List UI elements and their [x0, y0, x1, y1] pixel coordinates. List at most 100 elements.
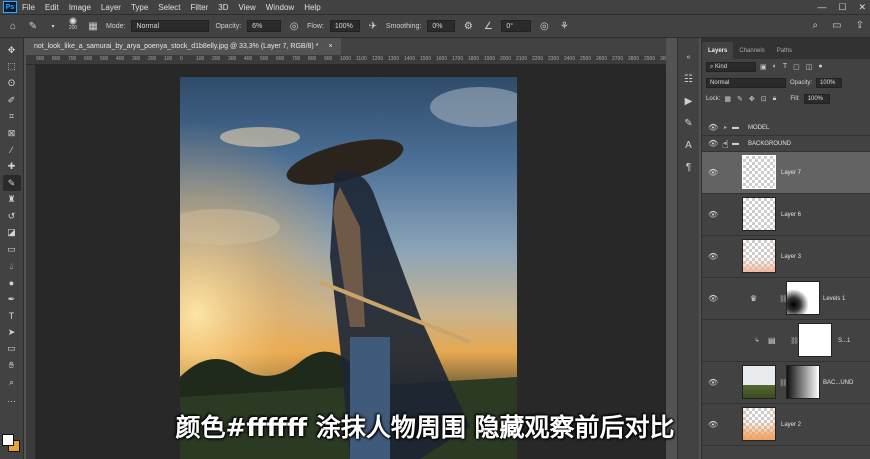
- lock-image-icon[interactable]: ✎: [737, 95, 743, 103]
- lock-all-icon[interactable]: 🔒︎: [773, 95, 777, 103]
- visibility-eye-icon[interactable]: 👁︎: [708, 139, 718, 148]
- minimize-icon[interactable]: —: [817, 2, 826, 12]
- rectangle-tool-icon[interactable]: ▭: [3, 341, 21, 358]
- eyedropper-tool-icon[interactable]: ⁄: [3, 142, 21, 159]
- layer-group-model[interactable]: 👁︎ ▸ ▬ MODEL: [702, 120, 870, 136]
- actions-panel-icon[interactable]: ▶: [681, 94, 697, 108]
- pressure-opacity-icon[interactable]: ◎: [287, 19, 301, 33]
- chevron-right-icon[interactable]: ▸: [724, 124, 727, 131]
- zoom-tool-icon[interactable]: ⌕: [3, 374, 21, 391]
- blur-tool-icon[interactable]: 💧︎: [3, 258, 21, 275]
- layer-mask-thumbnail[interactable]: [786, 281, 820, 315]
- brush-settings-icon[interactable]: ▦: [86, 19, 100, 33]
- menu-layer[interactable]: Layer: [96, 3, 126, 12]
- layer-row-background-image[interactable]: 👁︎ ⛓ BAC...UND: [702, 362, 870, 404]
- filter-shape-icon[interactable]: ▢: [793, 63, 800, 71]
- visibility-eye-icon[interactable]: 👁︎: [708, 168, 718, 177]
- layer-row-smart-1[interactable]: ↳ ▤ ⛓ S...1: [702, 320, 870, 362]
- move-tool-icon[interactable]: ✥: [3, 42, 21, 59]
- gradient-tool-icon[interactable]: ▭: [3, 241, 21, 258]
- share-icon[interactable]: ⇪: [856, 20, 864, 31]
- filter-smart-icon[interactable]: ◫: [806, 63, 813, 71]
- visibility-eye-icon[interactable]: 👁︎: [708, 420, 718, 429]
- menu-filter[interactable]: Filter: [186, 3, 214, 12]
- menu-edit[interactable]: Edit: [40, 3, 64, 12]
- filter-pixel-icon[interactable]: ▣: [760, 63, 767, 71]
- visibility-eye-icon[interactable]: 👁︎: [708, 378, 718, 387]
- layer-opacity-field[interactable]: 100%: [816, 78, 843, 88]
- fill-field[interactable]: 100%: [803, 94, 830, 104]
- lock-artboard-icon[interactable]: ⊡: [761, 95, 767, 103]
- document-tab[interactable]: not_look_like_a_samurai_by_arya_poenya_s…: [26, 38, 341, 55]
- type-tool-icon[interactable]: T: [3, 308, 21, 325]
- clone-stamp-tool-icon[interactable]: ♜: [3, 191, 21, 208]
- hand-tool-icon[interactable]: ✋︎: [3, 357, 21, 374]
- tab-layers[interactable]: Layers: [702, 42, 734, 59]
- home-icon[interactable]: ⌂: [6, 19, 20, 33]
- brush-tool-icon[interactable]: ✎: [26, 19, 40, 33]
- paragraph-panel-icon[interactable]: ¶: [681, 160, 697, 174]
- history-panel-icon[interactable]: ☷: [681, 72, 697, 86]
- healing-brush-tool-icon[interactable]: ✚: [3, 158, 21, 175]
- collapse-panels-icon[interactable]: «: [681, 50, 697, 64]
- visibility-eye-icon[interactable]: 👁︎: [708, 252, 718, 261]
- brush-preset-picker[interactable]: 200: [66, 17, 80, 35]
- character-panel-icon[interactable]: A: [681, 138, 697, 152]
- tab-paths[interactable]: Paths: [771, 42, 798, 59]
- mode-select[interactable]: Normal: [131, 20, 210, 32]
- angle-field[interactable]: 0°: [501, 20, 532, 32]
- visibility-eye-icon[interactable]: 👁︎: [708, 294, 718, 303]
- filter-type-icon[interactable]: T: [783, 63, 787, 71]
- flow-field[interactable]: 100%: [329, 20, 360, 32]
- menu-type[interactable]: Type: [126, 3, 153, 12]
- layer-row-layer-3[interactable]: 👁︎ Layer 3: [702, 236, 870, 278]
- menu-3d[interactable]: 3D: [213, 3, 233, 12]
- canvas-area[interactable]: [36, 65, 666, 459]
- smoothing-field[interactable]: 0%: [427, 20, 456, 32]
- menu-help[interactable]: Help: [299, 3, 325, 12]
- menu-image[interactable]: Image: [64, 3, 96, 12]
- search-icon[interactable]: ⌕: [813, 20, 819, 31]
- pen-tool-icon[interactable]: ✒: [3, 291, 21, 308]
- marquee-tool-icon[interactable]: ⬚: [3, 59, 21, 76]
- eraser-tool-icon[interactable]: ◪: [3, 225, 21, 242]
- close-tab-icon[interactable]: ×: [328, 43, 332, 50]
- history-brush-tool-icon[interactable]: ↺: [3, 208, 21, 225]
- brush-tool-icon[interactable]: ✎: [2, 174, 21, 192]
- path-select-tool-icon[interactable]: ➤: [3, 324, 21, 341]
- layer-row-layer-7[interactable]: 👁︎ Layer 7: [702, 152, 870, 194]
- layer-row-levels-1[interactable]: 👁︎ ♛ ⛓ Levels 1: [702, 278, 870, 320]
- brush-settings-panel-icon[interactable]: ✎: [681, 116, 697, 130]
- chevron-down-icon[interactable]: ▾: [46, 19, 60, 33]
- menu-file[interactable]: File: [17, 3, 40, 12]
- tab-channels[interactable]: Channels: [733, 42, 770, 59]
- quick-select-tool-icon[interactable]: ✐: [3, 92, 21, 109]
- filter-adjustment-icon[interactable]: ◐: [773, 63, 777, 71]
- menu-window[interactable]: Window: [261, 3, 299, 12]
- more-tools-icon[interactable]: …: [3, 390, 21, 407]
- workspace-icon[interactable]: ▭: [832, 20, 841, 31]
- close-window-icon[interactable]: ✕: [858, 2, 866, 13]
- pressure-size-icon[interactable]: ◎: [537, 19, 551, 33]
- filter-toggle-icon[interactable]: ●: [818, 63, 822, 71]
- menu-view[interactable]: View: [234, 3, 261, 12]
- menu-select[interactable]: Select: [153, 3, 185, 12]
- maximize-icon[interactable]: ☐: [838, 2, 846, 13]
- opacity-field[interactable]: 6%: [247, 20, 282, 32]
- layer-row-layer-6[interactable]: 👁︎ Layer 6: [702, 194, 870, 236]
- lock-transparent-icon[interactable]: ▦: [724, 95, 731, 103]
- artwork-image[interactable]: [180, 77, 517, 459]
- crop-tool-icon[interactable]: ⌗: [3, 108, 21, 125]
- layer-mask-thumbnail[interactable]: [798, 323, 832, 357]
- symmetry-icon[interactable]: ⚘: [557, 19, 571, 33]
- layer-mask-thumbnail[interactable]: [786, 365, 820, 399]
- lasso-tool-icon[interactable]: ʘ: [3, 75, 21, 92]
- airbrush-icon[interactable]: ✈: [366, 19, 380, 33]
- visibility-eye-icon[interactable]: 👁︎: [708, 123, 718, 132]
- layer-row-layer-2[interactable]: 👁︎ Layer 2: [702, 404, 870, 446]
- filter-kind-select[interactable]: ⌕ Kind: [706, 62, 756, 72]
- lock-position-icon[interactable]: ✥: [749, 95, 755, 103]
- dodge-tool-icon[interactable]: ●: [3, 274, 21, 291]
- frame-tool-icon[interactable]: ⊠: [3, 125, 21, 142]
- visibility-eye-icon[interactable]: 👁︎: [708, 210, 718, 219]
